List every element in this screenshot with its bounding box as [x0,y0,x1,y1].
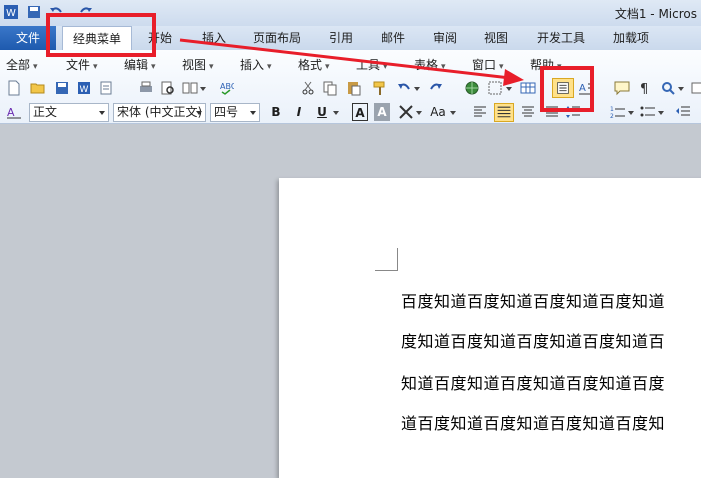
document-line: 百度知道百度知道百度知道百度知道 [401,292,666,311]
annotation-arrow [179,38,524,86]
margin-corner-mark [375,248,398,271]
document-line: 知道百度知道百度知道百度知道百度 [401,374,666,393]
document-area: 百度知道百度知道百度知道百度知道 度知道百度知道百度知道百度知道百 知道百度知道… [0,124,701,478]
document-page[interactable]: 百度知道百度知道百度知道百度知道 度知道百度知道百度知道百度知道百 知道百度知道… [279,178,701,478]
document-line: 道百度知道百度知道百度知道百度知 [401,414,666,433]
document-line: 度知道百度知道百度知道百度知道百 [401,332,666,351]
